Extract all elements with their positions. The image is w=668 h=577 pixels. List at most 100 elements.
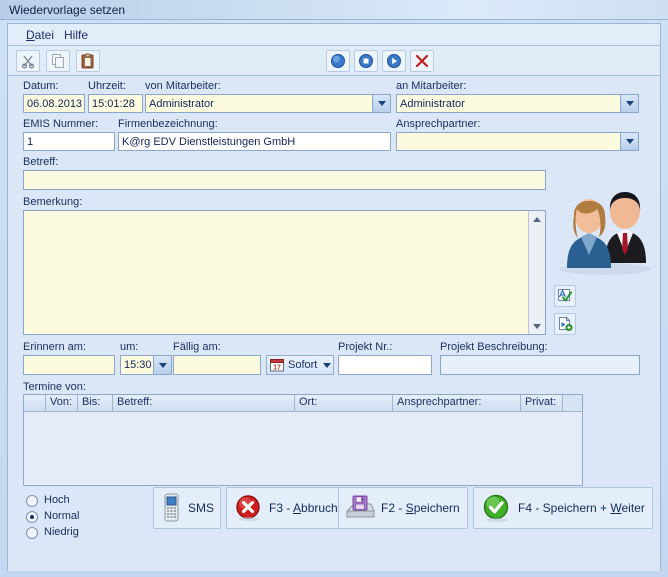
wiedervorlage-window: Wiedervorlage setzen Datei Hilfe Datum: … xyxy=(0,0,668,577)
speichern-button-label: F2 - Speichern xyxy=(381,501,460,515)
circle-stop-icon xyxy=(358,53,374,69)
label-datum: Datum: xyxy=(23,80,59,92)
column-header-bis[interactable]: Bis: xyxy=(78,395,113,411)
an-mitarbeiter-input[interactable]: Administrator xyxy=(396,94,620,113)
record-button[interactable] xyxy=(326,50,350,72)
radio-niedrig[interactable] xyxy=(26,527,38,539)
radio-niedrig-label[interactable]: Niedrig xyxy=(44,526,79,538)
label-projekt-nr: Projekt Nr.: xyxy=(338,341,393,353)
tool-bar xyxy=(8,46,660,76)
label-um: um: xyxy=(120,341,139,353)
erinnern-am-input[interactable] xyxy=(23,355,115,375)
delete-button[interactable] xyxy=(410,50,434,72)
cut-icon xyxy=(20,53,36,69)
scroll-up-button[interactable] xyxy=(529,211,545,227)
abbruch-button-label: F3 - Abbruch xyxy=(269,501,338,515)
firmenbezeichnung-input[interactable]: K@rg EDV Dienstleistungen GmbH xyxy=(118,132,391,151)
stop-button[interactable] xyxy=(354,50,378,72)
people-avatar-image xyxy=(547,171,657,276)
column-header-privat[interactable]: Privat: xyxy=(521,395,563,411)
uhrzeit-input[interactable]: 15:01:28 xyxy=(88,94,143,113)
bemerkung-text[interactable] xyxy=(24,211,528,334)
chevron-down-icon xyxy=(625,101,634,106)
bemerkung-scrollbar[interactable] xyxy=(528,211,545,334)
ansprechpartner-dropdown-button[interactable] xyxy=(620,132,639,151)
scroll-down-button[interactable] xyxy=(529,318,545,334)
copy-icon xyxy=(50,53,66,69)
label-an-mitarbeiter: an Mitarbeiter: xyxy=(396,80,467,92)
um-combo[interactable]: 15:30 xyxy=(120,355,172,375)
menu-datei[interactable]: Datei xyxy=(22,28,58,42)
label-bemerkung: Bemerkung: xyxy=(23,196,83,208)
von-mitarbeiter-combo[interactable]: Administrator xyxy=(145,94,391,113)
radio-hoch[interactable] xyxy=(26,495,38,507)
an-mitarbeiter-combo[interactable]: Administrator xyxy=(396,94,639,113)
sms-button-label: SMS xyxy=(188,501,215,515)
radio-hoch-label[interactable]: Hoch xyxy=(44,494,70,506)
green-check-icon xyxy=(482,493,512,523)
label-projekt-beschreibung: Projekt Beschreibung: xyxy=(440,341,548,353)
um-dropdown-button[interactable] xyxy=(153,355,172,375)
client-area: Datei Hilfe Datum: Uhrzeit: von Mitarbei… xyxy=(7,23,661,571)
form-panel: Datum: Uhrzeit: von Mitarbeiter: an Mita… xyxy=(8,76,660,571)
speichern-weiter-button[interactable]: F4 - Speichern + Weiter xyxy=(473,487,653,529)
label-emis-nummer: EMIS Nummer: xyxy=(23,118,99,130)
von-mitarbeiter-dropdown-button[interactable] xyxy=(372,94,391,113)
menu-datei-label: atei xyxy=(34,28,55,42)
sofort-label: Sofort xyxy=(288,359,318,371)
circle-blue-icon xyxy=(330,53,346,69)
column-header-von[interactable]: Von: xyxy=(46,395,78,411)
label-betreff: Betreff: xyxy=(23,156,59,168)
chevron-down-icon xyxy=(625,139,634,144)
spellcheck-button[interactable] xyxy=(554,285,576,307)
mobile-phone-icon xyxy=(162,493,182,523)
label-uhrzeit: Uhrzeit: xyxy=(88,80,126,92)
chevron-up-icon xyxy=(533,216,541,222)
ansprechpartner-combo[interactable] xyxy=(396,132,639,151)
termine-grid[interactable]: Von: Bis: Betreff: Ort: Ansprechpartner:… xyxy=(23,394,583,486)
chevron-down-icon xyxy=(377,101,386,106)
menu-hilfe[interactable]: Hilfe xyxy=(60,28,92,42)
spellcheck-icon xyxy=(557,288,573,304)
sofort-button[interactable]: 17 Sofort xyxy=(266,355,334,375)
emis-nummer-input[interactable]: 1 xyxy=(23,132,115,151)
radio-normal[interactable] xyxy=(26,511,38,523)
paste-button[interactable] xyxy=(76,50,100,72)
ansprechpartner-input[interactable] xyxy=(396,132,620,151)
datum-input[interactable]: 06.08.2013 xyxy=(23,94,85,113)
faellig-am-input[interactable] xyxy=(173,355,261,375)
title-bar: Wiedervorlage setzen xyxy=(0,0,668,20)
menu-bar: Datei Hilfe xyxy=(8,24,660,46)
von-mitarbeiter-input[interactable]: Administrator xyxy=(145,94,372,113)
speichern-button[interactable]: F2 - Speichern xyxy=(338,487,468,529)
window-title: Wiedervorlage setzen xyxy=(9,3,126,17)
chevron-down-icon xyxy=(158,362,167,368)
um-input[interactable]: 15:30 xyxy=(120,355,153,375)
betreff-input[interactable] xyxy=(23,170,546,190)
radio-normal-label[interactable]: Normal xyxy=(44,510,79,522)
play-button[interactable] xyxy=(382,50,406,72)
speichern-weiter-button-label: F4 - Speichern + Weiter xyxy=(518,501,645,515)
column-header-ort[interactable]: Ort: xyxy=(295,395,393,411)
document-run-icon xyxy=(557,316,573,332)
projekt-nr-input[interactable] xyxy=(338,355,432,375)
label-erinnern-am: Erinnern am: xyxy=(23,341,86,353)
sms-button[interactable]: SMS xyxy=(153,487,221,529)
red-x-icon xyxy=(414,53,430,69)
termine-grid-header: Von: Bis: Betreff: Ort: Ansprechpartner:… xyxy=(24,395,582,412)
cut-button[interactable] xyxy=(16,50,40,72)
document-run-button[interactable] xyxy=(554,313,576,335)
label-termine-von: Termine von: xyxy=(23,381,86,393)
column-header-betreff[interactable]: Betreff: xyxy=(113,395,295,411)
label-von-mitarbeiter: von Mitarbeiter: xyxy=(145,80,221,92)
column-header-ansprechpartner[interactable]: Ansprechpartner: xyxy=(393,395,521,411)
column-header-blank[interactable] xyxy=(24,395,46,411)
chevron-down-icon[interactable] xyxy=(323,362,332,368)
label-ansprechpartner: Ansprechpartner: xyxy=(396,118,481,130)
floppy-save-icon xyxy=(345,494,375,522)
bemerkung-textarea[interactable] xyxy=(23,210,546,335)
priority-radio-group[interactable]: Hoch Normal Niedrig xyxy=(26,494,136,546)
label-faellig-am: Fällig am: xyxy=(173,341,221,353)
copy-button[interactable] xyxy=(46,50,70,72)
an-mitarbeiter-dropdown-button[interactable] xyxy=(620,94,639,113)
